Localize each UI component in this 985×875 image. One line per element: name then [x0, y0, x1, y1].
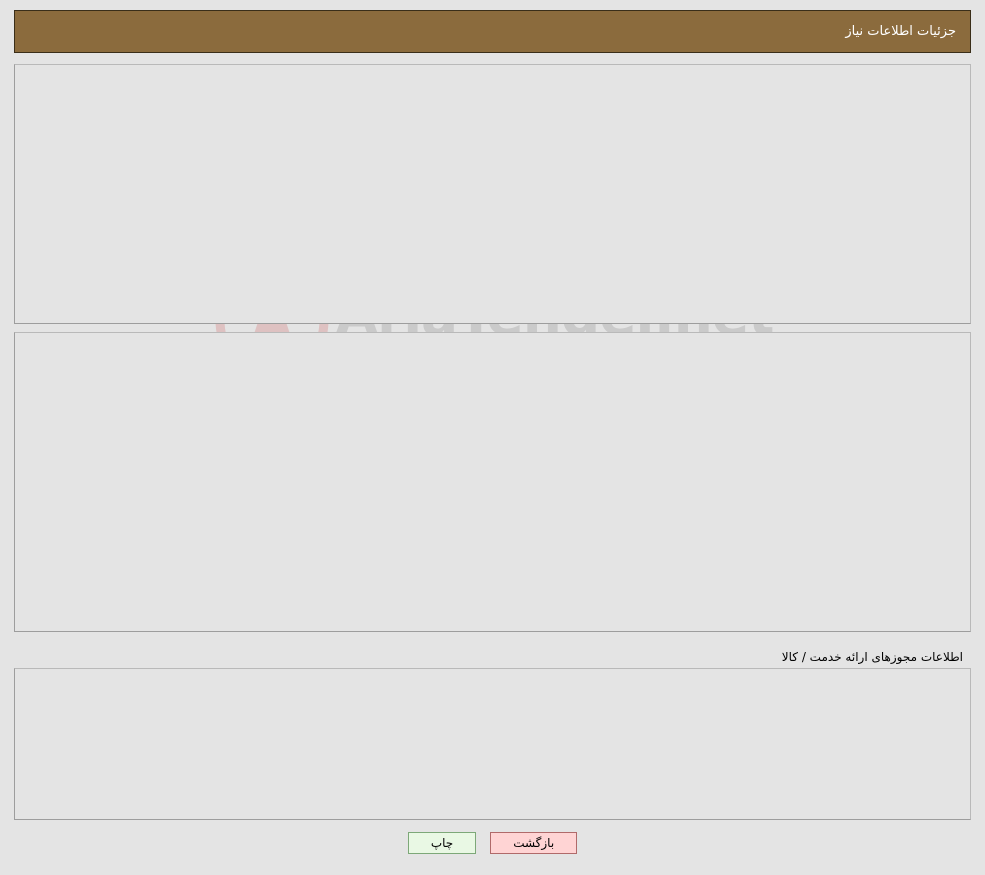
permits-panel — [14, 668, 971, 820]
page-title-bar: جزئیات اطلاعات نیاز — [14, 10, 971, 53]
footer-button-row: بازگشت چاپ — [0, 832, 985, 854]
permits-heading: اطلاعات مجوزهای ارائه خدمت / کالا — [781, 650, 963, 664]
need-info-panel — [14, 64, 971, 324]
page-title: جزئیات اطلاعات نیاز — [845, 24, 956, 39]
page-root: AriaTender.net جزئیات اطلاعات نیاز شماره… — [0, 0, 985, 875]
print-button[interactable]: چاپ — [407, 832, 477, 854]
back-button[interactable]: بازگشت — [490, 832, 578, 854]
services-panel — [14, 332, 971, 632]
